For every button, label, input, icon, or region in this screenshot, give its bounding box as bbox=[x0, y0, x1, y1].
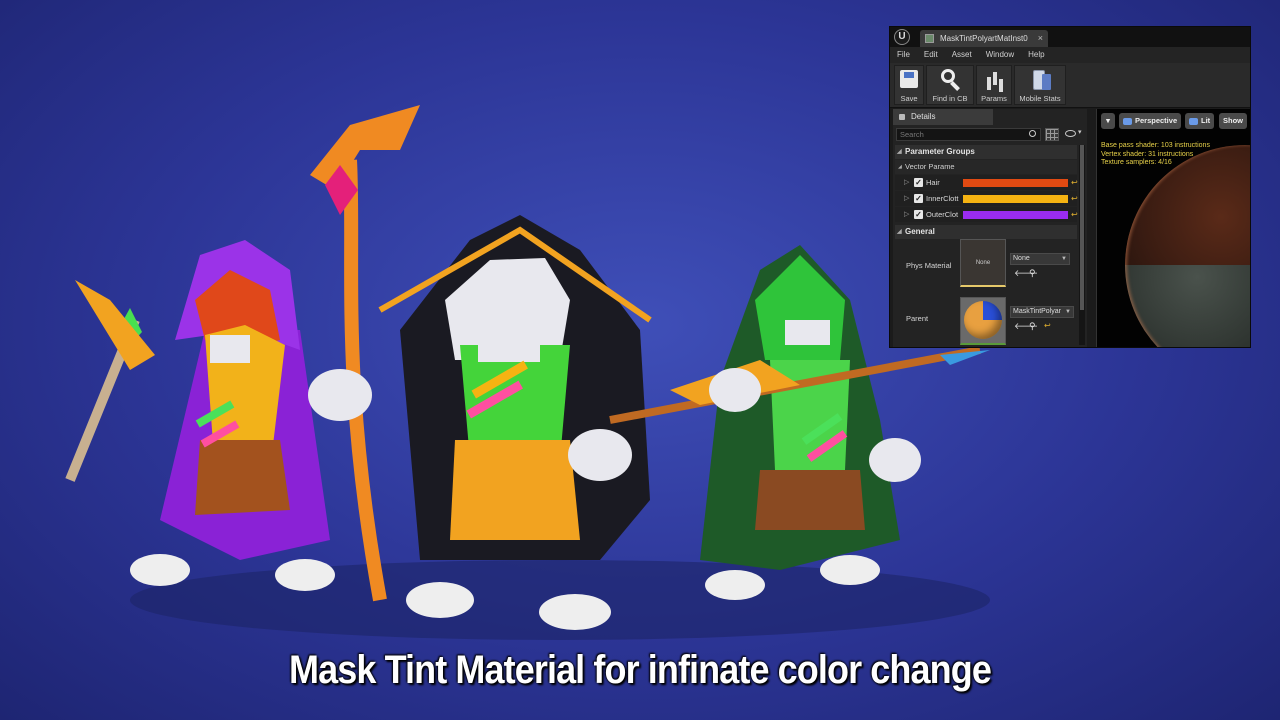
params-icon bbox=[981, 68, 1007, 93]
expand-arrow-icon[interactable]: ▷ bbox=[904, 207, 909, 222]
chevron-down-icon: ▼ bbox=[1065, 309, 1071, 315]
stats-line: Base pass shader: 103 instructions bbox=[1101, 142, 1210, 149]
param-row-hair: ▷ ✓ Hair ↩ bbox=[895, 175, 1078, 190]
parent-label: Parent bbox=[906, 314, 929, 323]
stats-line: Vertex shader: 31 instructions bbox=[1101, 150, 1194, 158]
menu-edit[interactable]: Edit bbox=[917, 47, 945, 63]
reset-to-default-icon[interactable]: ↩ bbox=[1071, 191, 1078, 206]
details-panel: Details Search ▾ Parameter Groups Vector… bbox=[893, 109, 1087, 347]
reset-to-default-icon[interactable]: ↩ bbox=[1071, 175, 1078, 190]
perspective-icon bbox=[1123, 117, 1132, 125]
editor-toolbar: Save Find in CB Params Mobile Stats bbox=[890, 63, 1250, 108]
property-matrix-icon[interactable] bbox=[1045, 128, 1059, 141]
perspective-button[interactable]: Perspective bbox=[1119, 113, 1182, 129]
details-search-input[interactable]: Search bbox=[896, 128, 1041, 141]
param-name-inner-cloth: InnerClott bbox=[926, 194, 959, 203]
stats-line: Texture samplers: 4/16 bbox=[1101, 159, 1172, 166]
parent-material-thumbnail[interactable] bbox=[960, 297, 1006, 345]
browse-search-icon[interactable]: ⚲ bbox=[1029, 321, 1036, 332]
mobile-stats-icon bbox=[1027, 68, 1053, 93]
phys-material-combo[interactable]: None ▼ bbox=[1010, 253, 1070, 265]
browse-search-icon[interactable]: ⚲ bbox=[1029, 268, 1036, 279]
material-document-tab[interactable]: MaskTintPolyartMatInst0 × bbox=[920, 30, 1048, 47]
find-in-cb-button[interactable]: Find in CB bbox=[926, 65, 974, 105]
close-icon[interactable]: × bbox=[1038, 30, 1043, 47]
menu-file[interactable]: File bbox=[890, 47, 917, 63]
unreal-logo-icon: U bbox=[894, 29, 910, 45]
inner-cloth-color-swatch[interactable] bbox=[963, 195, 1068, 203]
document-tab-label: MaskTintPolyartMatInst0 bbox=[940, 34, 1028, 43]
show-button[interactable]: Show bbox=[1219, 113, 1247, 129]
expand-arrow-icon[interactable]: ▷ bbox=[904, 175, 909, 190]
eye-icon[interactable] bbox=[1065, 130, 1076, 137]
expand-arrow-icon[interactable]: ▷ bbox=[904, 191, 909, 206]
outer-cloth-override-checkbox[interactable]: ✓ bbox=[914, 210, 923, 219]
menu-bar: File Edit Asset Window Help bbox=[890, 47, 1250, 63]
phys-material-thumbnail[interactable]: None bbox=[960, 239, 1006, 287]
menu-window[interactable]: Window bbox=[979, 47, 1021, 63]
menu-asset[interactable]: Asset bbox=[945, 47, 979, 63]
vector-parameters-header[interactable]: Vector Parame bbox=[895, 160, 1077, 174]
params-button[interactable]: Params bbox=[976, 65, 1012, 105]
hair-override-checkbox[interactable]: ✓ bbox=[914, 178, 923, 187]
mobile-stats-button[interactable]: Mobile Stats bbox=[1014, 65, 1066, 105]
general-header[interactable]: General bbox=[895, 225, 1077, 239]
param-name-outer-cloth: OuterClot bbox=[926, 210, 959, 219]
param-name-hair: Hair bbox=[926, 178, 940, 187]
material-sphere-icon bbox=[964, 301, 1002, 339]
magnifier-icon bbox=[937, 68, 963, 93]
details-search-row: Search ▾ bbox=[893, 128, 1087, 142]
chevron-down-icon[interactable]: ▾ bbox=[1078, 128, 1082, 136]
hair-color-swatch[interactable] bbox=[963, 179, 1068, 187]
shader-stats: Base pass shader: 103 instructions Verte… bbox=[1101, 142, 1210, 168]
title-bar: U MaskTintPolyartMatInst0 × bbox=[890, 27, 1250, 47]
lit-icon bbox=[1189, 117, 1198, 125]
reset-to-default-icon[interactable]: ↩ bbox=[1071, 207, 1078, 222]
scrollbar-thumb[interactable] bbox=[1080, 145, 1084, 310]
material-preview-sphere bbox=[1125, 145, 1250, 347]
menu-help[interactable]: Help bbox=[1021, 47, 1051, 63]
preview-viewport[interactable]: ▾ Perspective Lit Show Base pass shader:… bbox=[1096, 109, 1250, 347]
save-button[interactable]: Save bbox=[894, 65, 924, 105]
param-row-inner-cloth: ▷ ✓ InnerClott ↩ bbox=[895, 191, 1078, 206]
parent-material-combo[interactable]: MaskTintPolyar ▼ bbox=[1010, 306, 1074, 318]
search-icon bbox=[1029, 130, 1036, 137]
material-editor-window[interactable]: U MaskTintPolyartMatInst0 × File Edit As… bbox=[889, 26, 1251, 348]
inner-cloth-override-checkbox[interactable]: ✓ bbox=[914, 194, 923, 203]
save-icon bbox=[896, 68, 922, 93]
phys-material-label: Phys Material bbox=[906, 261, 952, 270]
promo-caption: Mask Tint Material for infinate color ch… bbox=[289, 648, 992, 692]
reset-to-default-icon[interactable]: ↩ bbox=[1044, 321, 1051, 330]
purple-mage-character bbox=[65, 240, 335, 591]
chevron-down-icon: ▾ bbox=[1106, 116, 1110, 125]
material-asset-icon bbox=[925, 34, 934, 43]
details-scrollbar[interactable] bbox=[1079, 145, 1085, 345]
param-row-outer-cloth: ▷ ✓ OuterClot ↩ bbox=[895, 207, 1078, 222]
details-tab[interactable]: Details bbox=[893, 109, 993, 125]
viewport-options-button[interactable]: ▾ bbox=[1101, 113, 1115, 129]
chevron-down-icon: ▼ bbox=[1061, 256, 1067, 262]
parameter-groups-header[interactable]: Parameter Groups bbox=[895, 145, 1077, 159]
outer-cloth-color-swatch[interactable] bbox=[963, 211, 1068, 219]
lit-button[interactable]: Lit bbox=[1185, 113, 1215, 129]
